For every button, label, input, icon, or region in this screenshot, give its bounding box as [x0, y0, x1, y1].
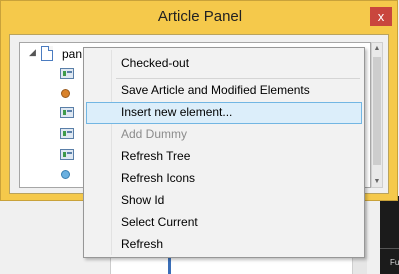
- menu-item-refresh-tree[interactable]: Refresh Tree: [86, 146, 362, 168]
- scroll-down-arrow-icon[interactable]: ▼: [372, 178, 382, 185]
- menu-item-show-id[interactable]: Show Id: [86, 190, 362, 212]
- menu-item-select-current[interactable]: Select Current: [86, 212, 362, 234]
- element-icon: [60, 107, 74, 118]
- menu-item-refresh[interactable]: Refresh: [86, 234, 362, 256]
- menu-item-save-article[interactable]: Save Article and Modified Elements: [86, 80, 362, 102]
- title-bar[interactable]: Article Panel x: [1, 1, 399, 33]
- context-menu: Checked-out Save Article and Modified El…: [83, 47, 365, 258]
- menu-item-checked-out[interactable]: Checked-out: [86, 53, 362, 75]
- status-dot-icon: [61, 170, 70, 179]
- menu-item-add-dummy: Add Dummy: [121, 127, 188, 141]
- collapse-arrow-icon[interactable]: ◢: [29, 47, 36, 58]
- element-icon: [60, 149, 74, 160]
- close-button[interactable]: x: [370, 7, 392, 26]
- menu-item-refresh-icons[interactable]: Refresh Icons: [86, 168, 362, 190]
- status-dot-icon: [61, 89, 70, 98]
- tree-scrollbar[interactable]: ▲ ▼: [371, 42, 383, 188]
- article-document-icon: [41, 46, 53, 61]
- element-icon: [60, 68, 74, 79]
- background-divider: [380, 248, 399, 249]
- menu-item-insert-new-element[interactable]: Insert new element...: [86, 102, 362, 124]
- element-icon: [60, 128, 74, 139]
- background-text: Fu: [390, 258, 399, 267]
- tree-root-label[interactable]: pan: [62, 47, 82, 61]
- window-title: Article Panel: [157, 8, 243, 25]
- scroll-thumb[interactable]: [373, 57, 381, 165]
- menu-separator: [116, 78, 360, 79]
- scroll-up-arrow-icon[interactable]: ▲: [372, 45, 382, 52]
